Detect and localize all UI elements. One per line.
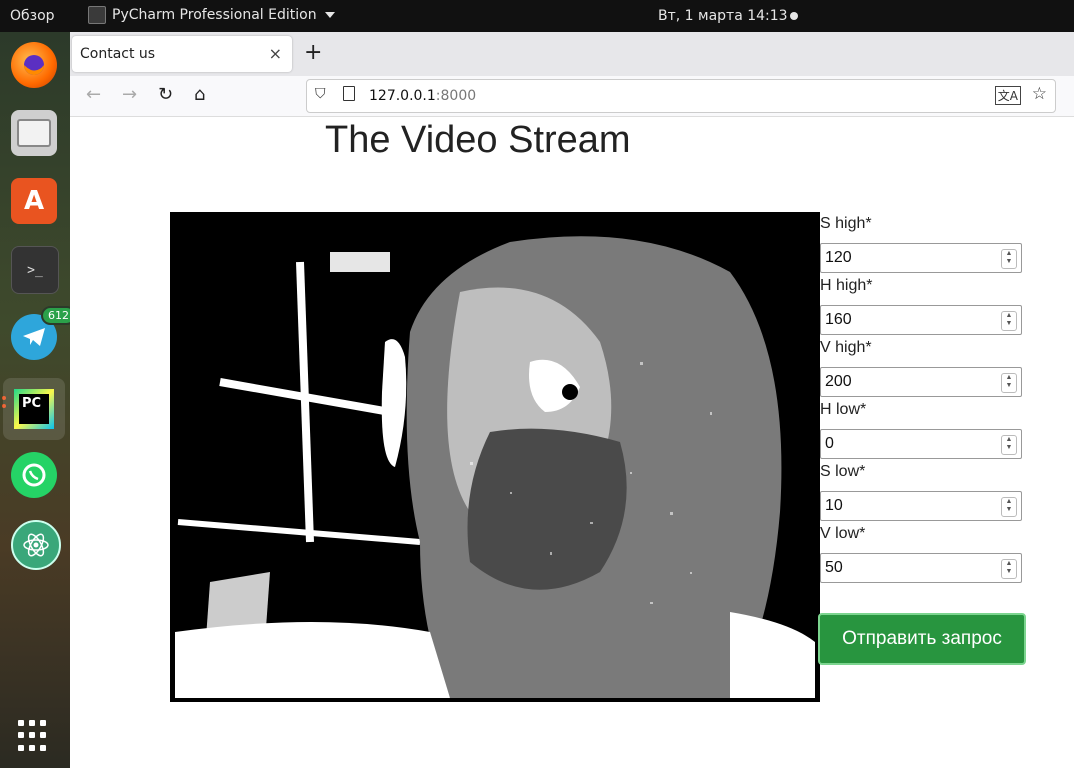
app-menu[interactable]: PyCharm Professional Edition (88, 6, 335, 24)
app-store-icon[interactable]: A (11, 178, 57, 224)
bookmark-star-icon[interactable]: ☆ (1032, 84, 1047, 104)
whatsapp-icon[interactable] (11, 452, 57, 498)
page-info-icon[interactable] (343, 86, 355, 101)
field-label: S high* (820, 215, 872, 232)
input-value: 0 (825, 435, 834, 452)
spinner-icon[interactable]: ▲ ▼ (1001, 373, 1017, 393)
translate-icon[interactable]: 文A (994, 86, 1021, 105)
field-label: H low* (820, 401, 867, 418)
field-h-low: H low* 0 ▲ ▼ (820, 401, 1030, 463)
page-title: The Video Stream (325, 119, 631, 161)
input-value: 10 (825, 497, 843, 514)
atom-icon[interactable] (11, 520, 61, 570)
spinner-icon[interactable]: ▲ ▼ (1001, 435, 1017, 455)
system-top-bar: Обзор PyCharm Professional Edition Вт, 1… (0, 0, 1074, 32)
field-v-low: V low* 50 ▲ ▼ (820, 525, 1030, 587)
spinner-icon[interactable]: ▲ ▼ (1001, 249, 1017, 269)
field-s-high: S high* 120 ▲ ▼ (820, 215, 1030, 277)
browser-nav-bar: ← → ↻ ⌂ ⛉ 127.0.0.1:8000 文A ☆ (70, 76, 1074, 117)
pycharm-icon[interactable]: PC (3, 378, 65, 440)
tab-contact-us[interactable]: Contact us × (72, 36, 292, 72)
activities-overview-button[interactable]: Обзор (10, 8, 55, 24)
notification-dot-icon (790, 12, 798, 20)
v-low-input[interactable]: 50 ▲ ▼ (820, 553, 1022, 583)
telegram-icon[interactable]: 612 (11, 306, 76, 360)
terminal-icon[interactable]: >_ (11, 246, 59, 294)
firefox-icon[interactable] (11, 42, 57, 88)
page-content: The Video Stream S high* 120 ▲ ▼ H high*… (70, 117, 1074, 768)
s-high-input[interactable]: 120 ▲ ▼ (820, 243, 1022, 273)
reload-icon[interactable]: ↻ (158, 84, 173, 105)
dock: A >_ 612 PC (0, 32, 76, 768)
chevron-down-icon (324, 12, 335, 18)
video-stream-image (170, 212, 820, 702)
s-low-input[interactable]: 10 ▲ ▼ (820, 491, 1022, 521)
url-bar[interactable]: ⛉ 127.0.0.1:8000 文A ☆ (306, 79, 1056, 113)
field-label: V high* (820, 339, 872, 356)
submit-button[interactable]: Отправить запрос (818, 613, 1026, 665)
input-value: 200 (825, 373, 852, 390)
spinner-icon[interactable]: ▲ ▼ (1001, 311, 1017, 331)
field-h-high: H high* 160 ▲ ▼ (820, 277, 1030, 339)
field-label: V low* (820, 525, 866, 542)
v-high-input[interactable]: 200 ▲ ▼ (820, 367, 1022, 397)
field-label: S low* (820, 463, 866, 480)
browser-tab-strip: Contact us × + (70, 32, 1074, 76)
home-icon[interactable]: ⌂ (194, 84, 205, 105)
files-icon[interactable] (11, 110, 57, 156)
clock[interactable]: Вт, 1 марта 14:13 (658, 8, 788, 24)
field-s-low: S low* 10 ▲ ▼ (820, 463, 1030, 525)
input-value: 120 (825, 249, 852, 266)
h-low-input[interactable]: 0 ▲ ▼ (820, 429, 1022, 459)
tab-title: Contact us (80, 46, 156, 62)
forward-arrow-icon[interactable]: → (122, 84, 137, 105)
input-value: 50 (825, 559, 843, 576)
pycharm-small-icon (88, 6, 106, 24)
back-arrow-icon[interactable]: ← (86, 84, 101, 105)
app-name: PyCharm Professional Edition (112, 7, 317, 23)
threshold-form: S high* 120 ▲ ▼ H high* 160 ▲ ▼ V high* 20… (820, 215, 1030, 587)
input-value: 160 (825, 311, 852, 328)
spinner-icon[interactable]: ▲ ▼ (1001, 497, 1017, 517)
spinner-icon[interactable]: ▲ ▼ (1001, 559, 1017, 579)
url-text[interactable]: 127.0.0.1:8000 (369, 88, 476, 104)
new-tab-icon[interactable]: + (304, 40, 322, 65)
h-high-input[interactable]: 160 ▲ ▼ (820, 305, 1022, 335)
shield-icon[interactable]: ⛉ (315, 86, 326, 102)
field-label: H high* (820, 277, 873, 294)
close-icon[interactable]: × (269, 44, 282, 63)
field-v-high: V high* 200 ▲ ▼ (820, 339, 1030, 401)
show-apps-icon[interactable] (18, 720, 50, 752)
